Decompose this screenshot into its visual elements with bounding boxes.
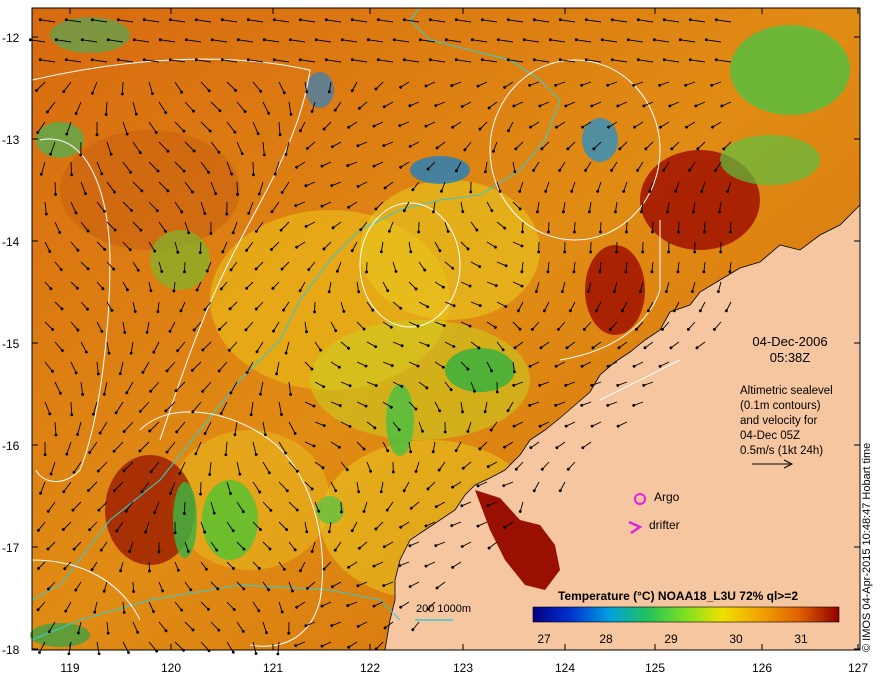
colorbar-tick: 30 — [729, 632, 743, 646]
colorbar-tick: 31 — [794, 632, 808, 646]
colorbar-tick: 27 — [537, 632, 551, 646]
y-tick-label: -18 — [2, 643, 20, 657]
note-line: 04-Dec 05Z — [740, 430, 801, 442]
colorbar-tick: 29 — [664, 632, 678, 646]
time-text: 05:38Z — [769, 350, 811, 365]
x-tick-label: 126 — [751, 661, 773, 675]
credit-text: © IMOS 04-Apr-2015 10:48:47 Hobart time — [861, 442, 873, 652]
x-tick-label: 123 — [452, 661, 474, 675]
y-tick-label: -14 — [2, 235, 20, 249]
date-text: 04-Dec-2006 — [752, 334, 828, 349]
depth-scale-label: 200 1000m — [416, 603, 472, 615]
note-line: 0.5m/s (1kt 24h) — [740, 445, 824, 457]
x-tick-label: 121 — [262, 661, 284, 675]
note-line: Altimetric sealevel — [740, 385, 833, 397]
y-tick-label: -17 — [2, 541, 20, 555]
x-tick-label: 122 — [359, 661, 381, 675]
temperature-colorbar — [532, 606, 840, 623]
timestamp: 04-Dec-2006 05:38Z — [740, 334, 840, 366]
drifter-label: drifter — [649, 518, 680, 532]
y-tick-label: -13 — [2, 133, 20, 147]
x-tick-label: 120 — [160, 661, 182, 675]
argo-label: Argo — [654, 490, 680, 504]
y-tick-label: -12 — [2, 31, 20, 45]
x-tick-label: 124 — [554, 661, 576, 675]
note-line: and velocity for — [740, 415, 818, 427]
y-tick-label: -15 — [2, 337, 20, 351]
x-tick-label: 119 — [60, 661, 80, 675]
y-tick-label: -16 — [2, 439, 20, 453]
altimetry-note: Altimetric sealevel (0.1m contours) and … — [740, 384, 833, 459]
x-tick-label: 127 — [847, 661, 869, 675]
note-line: (0.1m contours) — [740, 400, 821, 412]
colorbar-title: Temperature (°C) NOAA18_L3U 72% ql>=2 — [558, 589, 798, 603]
x-tick-label: 125 — [644, 661, 666, 675]
colorbar-tick: 28 — [599, 632, 613, 646]
